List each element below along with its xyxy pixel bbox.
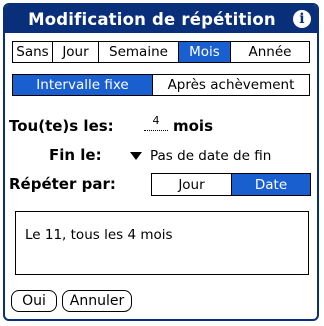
repeat-type-selector: Sans Jour Semaine Mois Année (12, 41, 310, 63)
repeat-type-sans[interactable]: Sans (13, 42, 53, 62)
end-date-dropdown[interactable]: Pas de date de fin (130, 148, 271, 164)
dialog-title: Modification de répétition (28, 9, 276, 29)
end-label: Fin le: (49, 146, 102, 164)
every-value-field[interactable]: 4 (144, 115, 168, 131)
every-unit: mois (173, 117, 214, 135)
repeat-type-annee[interactable]: Année (231, 42, 309, 62)
title-bar: Modification de répétition i (5, 5, 317, 33)
info-icon[interactable]: i (293, 10, 311, 28)
ok-button[interactable]: Oui (11, 290, 57, 312)
repeat-by-selector: Jour Date (151, 173, 311, 196)
repeat-type-semaine[interactable]: Semaine (99, 42, 179, 62)
end-date-value: Pas de date de fin (150, 148, 272, 164)
cancel-button[interactable]: Annuler (62, 290, 132, 312)
interval-fixed-option[interactable]: Intervalle fixe (13, 75, 153, 95)
repeat-by-date-option[interactable]: Date (232, 174, 310, 195)
interval-mode-selector: Intervalle fixe Après achèvement (12, 74, 310, 96)
dropdown-arrow-icon (130, 152, 142, 160)
repeat-type-mois[interactable]: Mois (179, 42, 231, 62)
repeat-dialog: Modification de répétition i Sans Jour S… (3, 3, 319, 321)
repeat-by-day-option[interactable]: Jour (152, 174, 232, 195)
repeat-by-label: Répéter par: (9, 175, 116, 193)
interval-after-completion-option[interactable]: Après achèvement (153, 75, 309, 95)
repeat-summary: Le 11, tous les 4 mois (15, 211, 309, 275)
repeat-type-jour[interactable]: Jour (53, 42, 99, 62)
every-label: Tou(te)s les: (9, 117, 114, 135)
